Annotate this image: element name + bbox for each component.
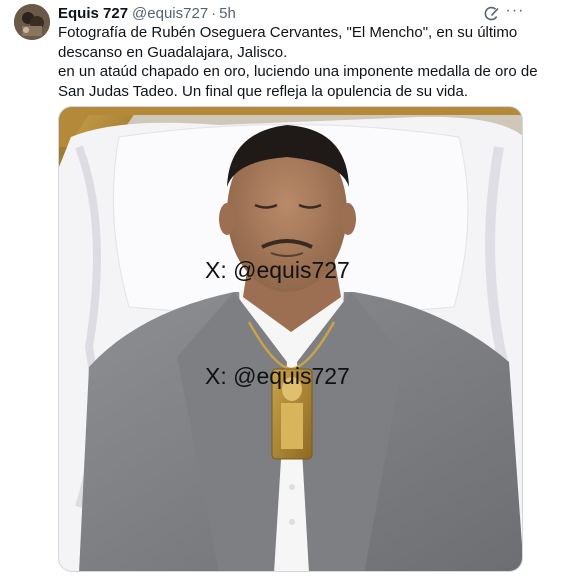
watermark: X: @equis727 <box>205 363 350 389</box>
avatar[interactable] <box>14 4 50 40</box>
tweet-text: Fotografía de Rubén Oseguera Cervantes, … <box>58 23 538 101</box>
tweet-text-line: Fotografía de Rubén Oseguera Cervantes, … <box>58 24 518 41</box>
timestamp[interactable]: 5h <box>219 5 236 22</box>
watermark: X: @equis727 <box>205 257 350 283</box>
tweet-photo[interactable]: X: @equis727 X: @equis727 <box>58 106 523 572</box>
photo-illustration <box>59 107 522 571</box>
tweet-header: Equis 727 @equis727 · 5h <box>58 4 236 22</box>
tweet-text-line: San Judas Tadeo. Un final que refleja la… <box>58 82 469 100</box>
tweet-text-line: descanso en Guadalajara, Jalisco. <box>58 43 288 61</box>
more-icon[interactable]: ··· <box>504 2 526 22</box>
author-name[interactable]: Equis 727 <box>58 5 128 22</box>
separator: · <box>211 4 217 22</box>
author-handle[interactable]: @equis727 <box>132 5 208 22</box>
grok-icon[interactable] <box>482 5 500 23</box>
tweet[interactable]: Equis 727 @equis727 · 5h ··· Fotografía … <box>0 0 563 583</box>
tweet-text-line: en un ataúd chapado en oro, luciendo una… <box>58 63 538 80</box>
